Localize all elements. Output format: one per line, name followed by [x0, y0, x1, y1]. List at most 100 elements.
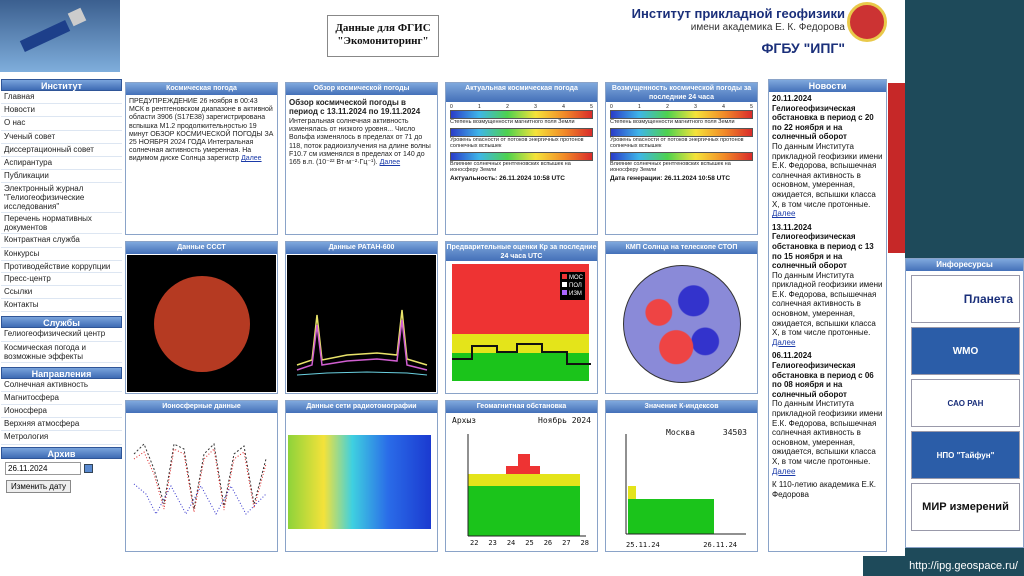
calendar-icon[interactable]	[84, 463, 93, 473]
news-date: 20.11.2024	[772, 94, 812, 103]
more-link[interactable]: Далее	[380, 159, 401, 166]
archive-date-row	[1, 459, 122, 475]
inforesources-title: Инфоресурсы	[906, 259, 1023, 271]
nav-item-institute-9[interactable]: Контрактная служба	[1, 234, 122, 248]
nav-item-directions-2[interactable]: Ионосфера	[1, 405, 122, 419]
ionosphere-graphic[interactable]	[126, 414, 277, 550]
nav-item-institute-0[interactable]: Главная	[1, 91, 122, 105]
nav-item-institute-11[interactable]: Противодействие коррупции	[1, 261, 122, 273]
logo-mir-izmereniy[interactable]: МИР измерений	[911, 483, 1020, 531]
nav-item-institute-4[interactable]: Диссертационный совет	[1, 144, 122, 158]
panel-weather-review: Обзор космической погоды Обзор космическ…	[285, 82, 438, 235]
panel-title: Актуальная космическая погода	[446, 83, 597, 102]
generation-label: Дата генерации: 26.11.2024 10:58 UTC	[610, 175, 731, 182]
news-date: 13.11.2024	[772, 222, 812, 232]
nav-item-institute-10[interactable]: Конкурсы	[1, 248, 122, 261]
news-more-link[interactable]: Далее	[772, 467, 795, 476]
logo-wmo[interactable]: WMO	[911, 327, 1020, 375]
satellite-icon	[19, 7, 87, 53]
change-date-button[interactable]: Изменить дату	[6, 479, 72, 493]
nav-item-institute-5[interactable]: Аспирантура	[1, 157, 122, 171]
archive-date-input[interactable]	[5, 461, 81, 475]
news-body: По данным Института прикладной геофизики…	[772, 399, 883, 466]
news-headline[interactable]: Гелиогеофизическая обстановка в период с…	[772, 232, 883, 270]
panel-title: Предварительные оценки Кр за последние 2…	[446, 242, 597, 261]
nav-item-institute-7[interactable]: Электронный журнал "Гелиогеофизические и…	[1, 183, 122, 214]
news-more-link[interactable]: Далее	[772, 209, 795, 218]
logo-sao-ran[interactable]: САО РАН	[911, 379, 1020, 427]
panel-text: ПРЕДУПРЕЖДЕНИЕ 26 ноября в 00:43 МСК в р…	[129, 98, 274, 163]
nav-item-institute-6[interactable]: Публикации	[1, 170, 122, 184]
nav-head-archive: Архив	[1, 446, 122, 459]
panel-title: Данные сети радиотомографии	[286, 401, 437, 413]
nav-item-institute-13[interactable]: Ссылки	[1, 286, 122, 300]
nav-item-services-1[interactable]: Космическая погода и возможные эффекты	[1, 342, 122, 363]
proton-scale	[450, 128, 593, 137]
nav-item-institute-1[interactable]: Новости	[1, 104, 122, 118]
geomagnetic-scale	[610, 110, 753, 119]
nav-item-directions-0[interactable]: Солнечная активность	[1, 379, 122, 392]
panel-ssst: Данные СССТ	[125, 241, 278, 394]
geomagnetic-bars-graphic[interactable]	[446, 414, 597, 550]
more-link[interactable]: Далее	[241, 155, 262, 162]
panel-space-weather: Космическая погода ПРЕДУПРЕЖДЕНИЕ 26 ноя…	[125, 82, 278, 235]
nav-head-services: Службы	[1, 316, 122, 329]
panel-title: Значение К-индексов	[606, 401, 757, 413]
magnetogram-disk-icon	[622, 264, 741, 383]
nav-item-institute-12[interactable]: Пресс-центр	[1, 273, 122, 287]
news-headline[interactable]: Гелиогеофизическая обстановка в период с…	[772, 361, 883, 399]
panel-title: Космическая погода	[126, 83, 277, 95]
news-panel: Новости 20.11.2024 Гелиогеофизическая обс…	[768, 79, 887, 552]
nav-item-directions-3[interactable]: Верхняя атмосфера	[1, 418, 122, 432]
nav-item-directions-1[interactable]: Магнитосфера	[1, 392, 122, 406]
nav-item-services-0[interactable]: Гелиогеофизический центр	[1, 328, 122, 342]
panel-ratan: Данные РАТАН-600	[285, 241, 438, 394]
nav-list-institute: Главная Новости О нас Ученый совет Диссертац…	[1, 91, 122, 313]
satellite-banner	[0, 0, 120, 72]
xray-scale	[610, 152, 753, 161]
ratan-spectrum-image[interactable]	[287, 255, 436, 392]
xray-scale	[450, 152, 593, 161]
panel-k-index: Значение К-индексов Москва 34503 25.11.2…	[605, 400, 758, 552]
news-item: 20.11.2024 Гелиогеофизическая обстановка …	[769, 92, 886, 221]
news-body: По данным Института прикладной геофизики…	[772, 270, 883, 338]
nav-item-institute-3[interactable]: Ученый совет	[1, 131, 122, 144]
geomagnetic-x-labels: 22 23 24 25 26 27 28	[470, 539, 589, 547]
nav-head-directions: Направления	[1, 366, 122, 379]
nav-head-institute: Институт	[1, 79, 122, 91]
news-item: 06.11.2024 Гелиогеофизическая обстановка …	[769, 349, 886, 478]
nav-item-institute-14[interactable]: Контакты	[1, 299, 122, 313]
nav-item-institute-2[interactable]: О нас	[1, 117, 122, 131]
kp-legend: МОС ПОЛ ИЗМ	[560, 272, 585, 300]
nav-list-services: Гелиогеофизический центр Космическая пого…	[1, 328, 122, 363]
news-title: Новости	[769, 80, 886, 92]
tomography-map[interactable]	[288, 435, 431, 529]
panel-text: Обзор космической погоды в период с 13.1…	[286, 95, 437, 170]
solar-image[interactable]	[127, 255, 276, 392]
news-footer[interactable]: К 110-летию академика Е.К. Федорова	[769, 478, 886, 501]
kp-chart[interactable]: МОС ПОЛ ИЗМ	[452, 264, 591, 381]
logo-typhoon[interactable]: НПО "Тайфун"	[911, 431, 1020, 479]
nav-item-directions-4[interactable]: Метрология	[1, 431, 122, 445]
actuality-label: Актуальность: 26.11.2024 10:58 UTC	[450, 175, 565, 182]
magnetogram-image[interactable]	[607, 255, 756, 392]
fgbu-title: ФГБУ "ИПГ"	[761, 40, 845, 56]
panel-title: Обзор космической погоды	[286, 83, 437, 95]
panel-title: Возмущенность космической погоды за посл…	[606, 83, 757, 102]
news-more-link[interactable]: Далее	[772, 338, 795, 347]
logo-planeta[interactable]: Планета	[911, 275, 1020, 323]
news-headline[interactable]: Гелиогеофизическая обстановка в период с…	[772, 104, 883, 142]
panel-ionosphere: Ионосферные данные	[125, 400, 278, 552]
panel-radiotomography: Данные сети радиотомографии	[285, 400, 438, 552]
data-fgis-box[interactable]: Данные для ФГИС "Экомониторинг"	[327, 15, 439, 57]
panel-title: Ионосферные данные	[126, 401, 277, 413]
panel-24h-disturbance: Возмущенность космической погоды за посл…	[605, 82, 758, 235]
nav-item-institute-8[interactable]: Перечень нормативных документов	[1, 213, 122, 235]
panel-title: КМП Солнца на телескопе СТОП	[606, 242, 757, 254]
panel-stop-telescope: КМП Солнца на телескопе СТОП	[605, 241, 758, 394]
k-index-bars-graphic[interactable]	[606, 414, 757, 550]
ratan-spectrum-graphic	[296, 309, 428, 376]
ipg-emblem-icon	[847, 2, 887, 42]
sun-disk-icon	[153, 275, 250, 372]
panel-geomagnetic: Геомагнитная обстановка Архыз Ноябрь 202…	[445, 400, 598, 552]
